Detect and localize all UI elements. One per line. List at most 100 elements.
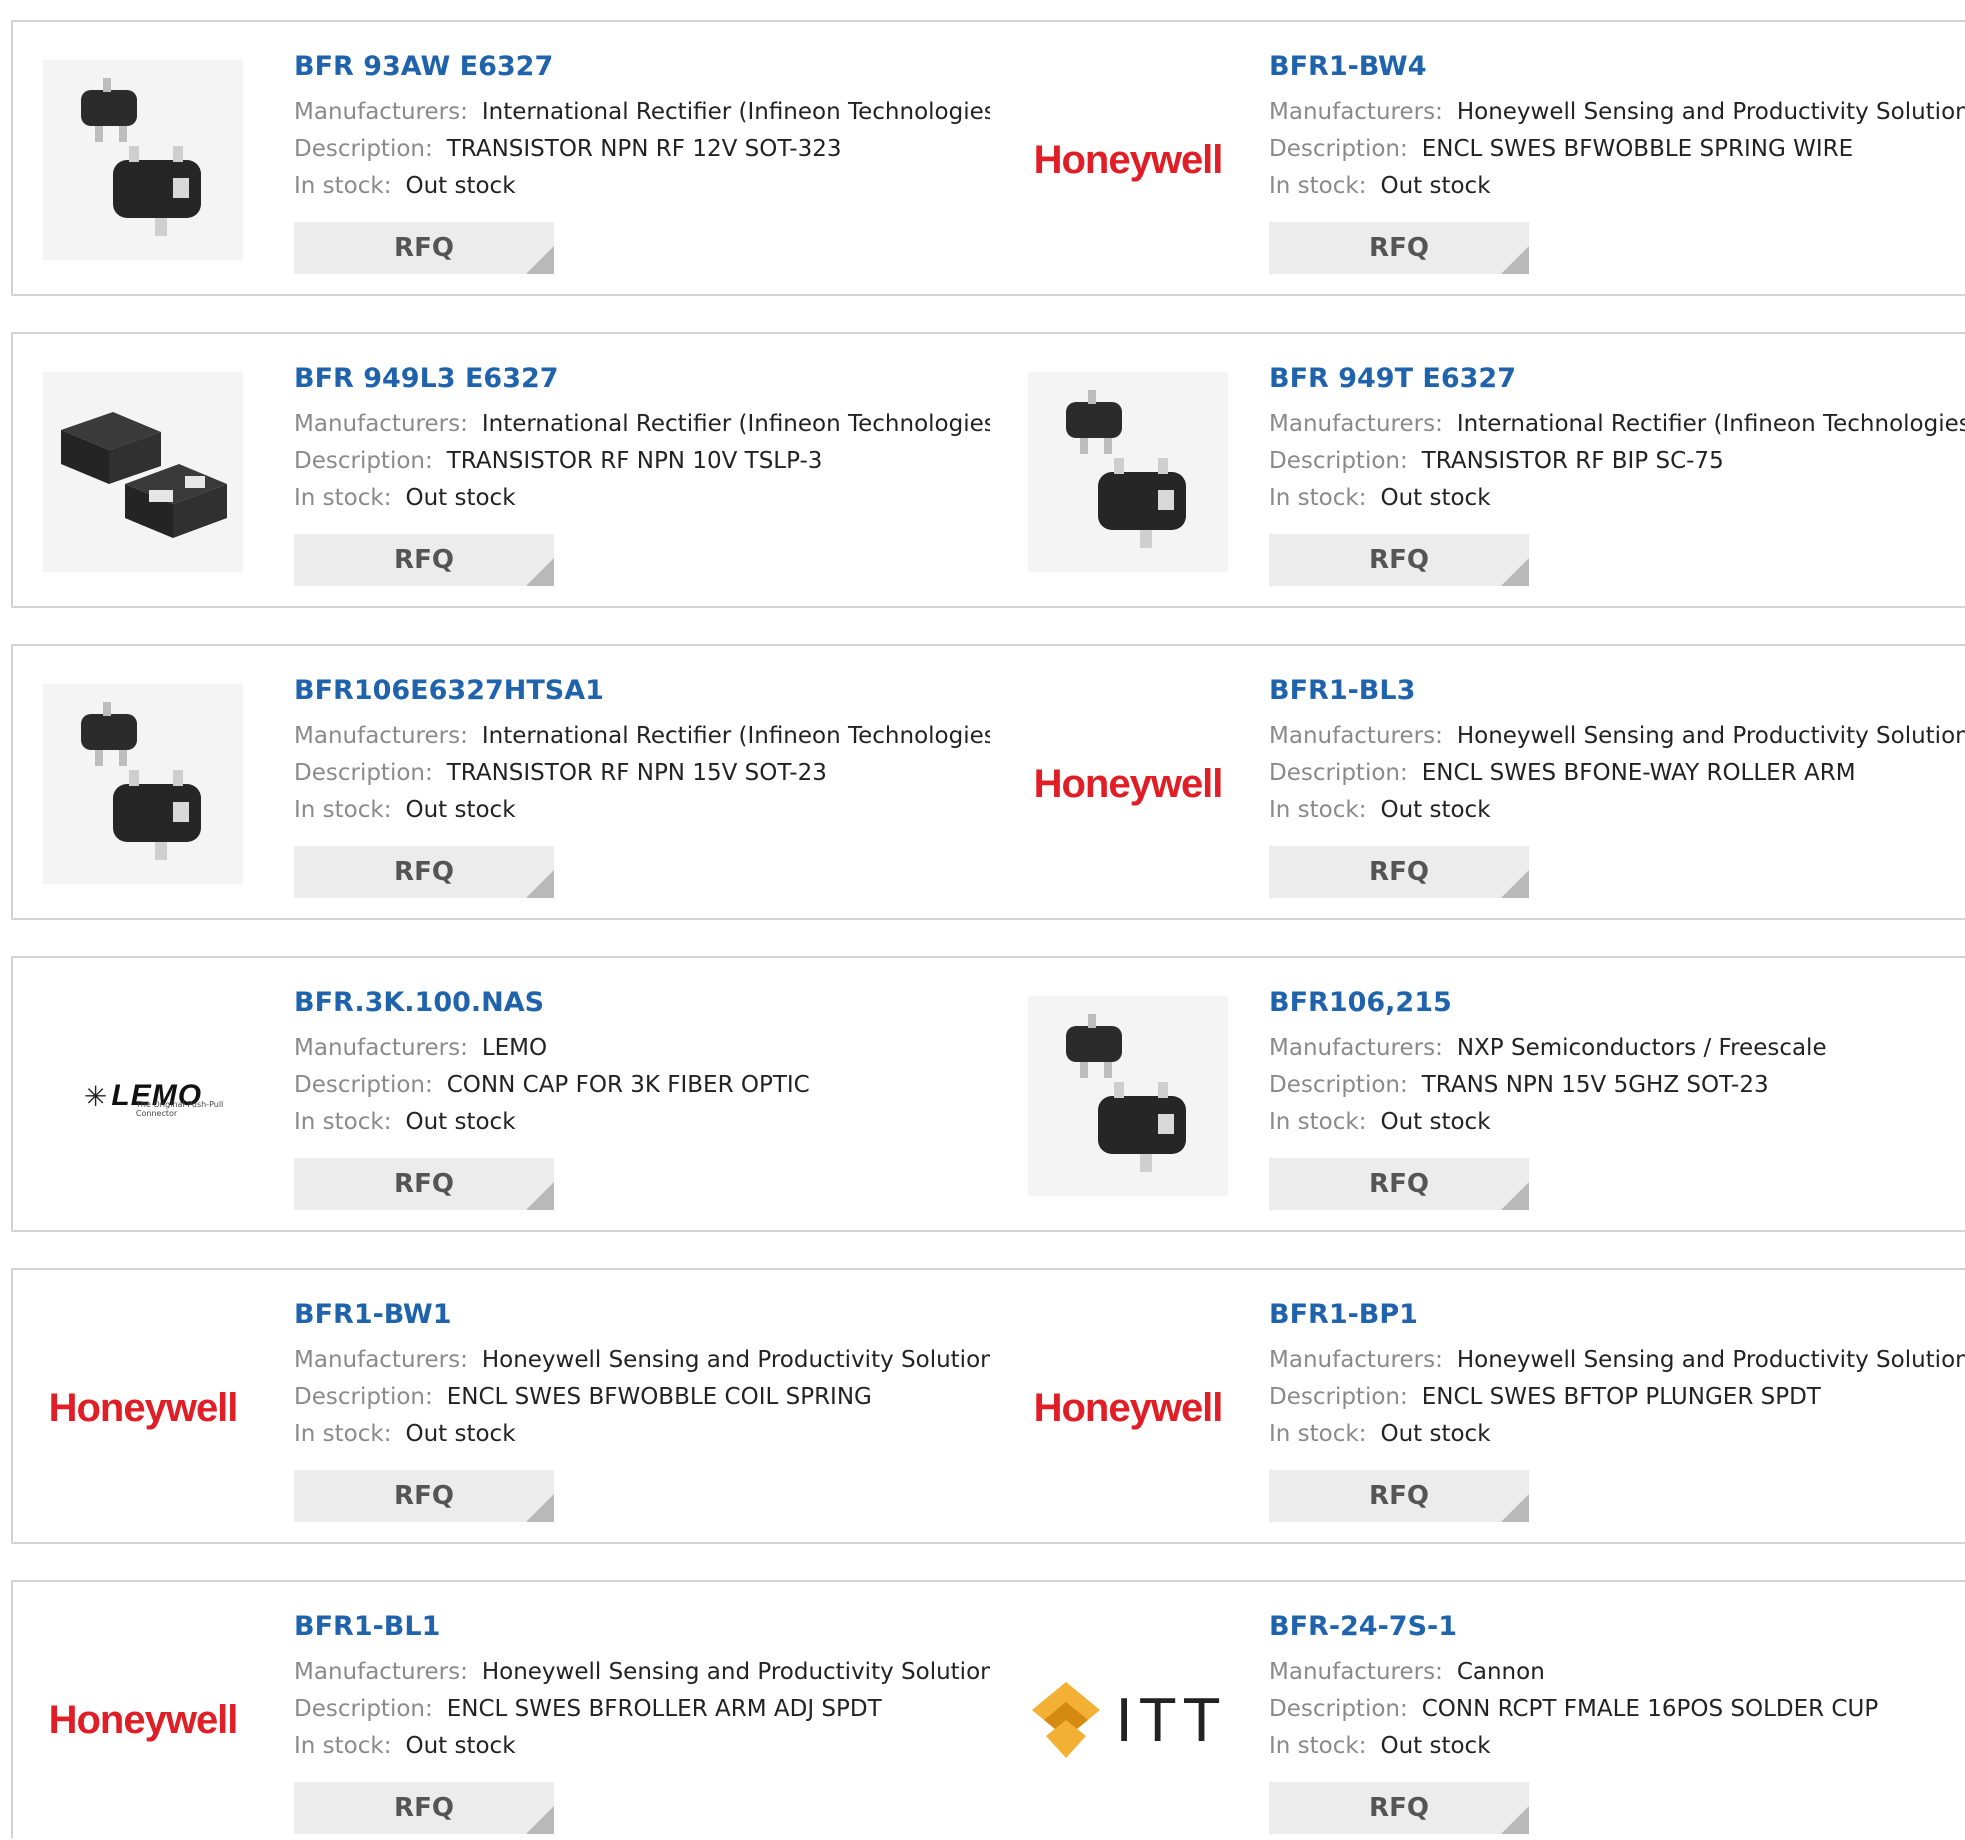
honeywell-logo: Honeywell [1033, 137, 1224, 182]
description-row: Description: ENCL SWES BFWOBBLE COIL SPRI… [294, 1379, 974, 1416]
stock-value: Out stock [1380, 173, 1491, 199]
rfq-button[interactable]: RFQ [1269, 1470, 1529, 1522]
product-card: ITT BFR-24-7S-1 Manufacturers: Cannon Descr… [990, 1580, 1965, 1838]
stock-value: Out stock [1380, 1109, 1491, 1135]
corner-triangle-icon [526, 558, 554, 586]
stock-value: Out stock [405, 1733, 516, 1759]
manufacturer-value: Cannon [1456, 1659, 1545, 1685]
manufacturer-label: Manufacturers: [1269, 723, 1443, 749]
product-title-link[interactable]: BFR106,215 [1269, 986, 1949, 1020]
description-label: Description: [1269, 448, 1408, 474]
rfq-label: RFQ [394, 1793, 454, 1823]
product-title-link[interactable]: BFR1-BL1 [294, 1610, 974, 1644]
description-value: TRANSISTOR RF NPN 10V TSLP-3 [446, 448, 823, 474]
product-title-link[interactable]: BFR.3K.100.NAS [294, 986, 974, 1020]
product-thumbnail[interactable] [43, 372, 243, 572]
product-thumbnail[interactable]: ITT [1028, 1620, 1228, 1820]
product-title-link[interactable]: BFR1-BW1 [294, 1298, 974, 1332]
stock-label: In stock: [294, 1733, 392, 1759]
product-title-link[interactable]: BFR1-BP1 [1269, 1298, 1949, 1332]
stock-label: In stock: [1269, 1421, 1367, 1447]
description-value: CONN RCPT FMALE 16POS SOLDER CUP [1421, 1696, 1879, 1722]
corner-triangle-icon [1501, 1806, 1529, 1834]
product-title-link[interactable]: BFR1-BL3 [1269, 674, 1949, 708]
manufacturer-label: Manufacturers: [1269, 411, 1443, 437]
product-thumbnail[interactable]: Honeywell [43, 1620, 243, 1820]
product-title-link[interactable]: BFR-24-7S-1 [1269, 1610, 1949, 1644]
stock-row: In stock: Out stock [294, 480, 974, 517]
product-info: BFR-24-7S-1 Manufacturers: Cannon Descripti… [1269, 1610, 1949, 1765]
product-title-link[interactable]: BFR106E6327HTSA1 [294, 674, 974, 708]
product-info: BFR 93AW E6327 Manufacturers: Internationa… [294, 50, 1005, 205]
stock-label: In stock: [1269, 485, 1367, 511]
description-label: Description: [294, 136, 433, 162]
stock-row: In stock: Out stock [294, 168, 974, 205]
rfq-button[interactable]: RFQ [294, 222, 554, 274]
description-row: Description: TRANS NPN 15V 5GHZ SOT-23 [1269, 1067, 1949, 1104]
description-row: Description: CONN CAP FOR 3K FIBER OPTIC [294, 1067, 974, 1104]
transistor-package-image [43, 684, 243, 884]
product-info: BFR106,215 Manufacturers: NXP Semiconducto… [1269, 986, 1949, 1141]
description-row: Description: ENCL SWES BFTOP PLUNGER SPDT [1269, 1379, 1949, 1416]
product-info: BFR1-BL1 Manufacturers: Honeywell Sensing … [294, 1610, 1007, 1765]
corner-triangle-icon [526, 870, 554, 898]
transistor-package-image [43, 372, 243, 572]
manufacturer-value: NXP Semiconductors / Freescale [1456, 1035, 1827, 1061]
manufacturer-value: International Rectifier (Infineon Techno… [1456, 411, 1965, 437]
rfq-button[interactable]: RFQ [1269, 1158, 1529, 1210]
product-info: BFR1-BP1 Manufacturers: Honeywell Sensing … [1269, 1298, 1965, 1453]
manufacturer-row: Manufacturers: Honeywell Sensing and Prod… [1269, 94, 1965, 131]
rfq-button[interactable]: RFQ [1269, 534, 1529, 586]
rfq-button[interactable]: RFQ [294, 1470, 554, 1522]
description-label: Description: [1269, 136, 1408, 162]
description-value: ENCL SWES BFWOBBLE COIL SPRING [446, 1384, 872, 1410]
description-value: TRANSISTOR RF BIP SC-75 [1421, 448, 1724, 474]
product-thumbnail[interactable]: Honeywell [1028, 60, 1228, 260]
description-value: TRANSISTOR RF NPN 15V SOT-23 [446, 760, 827, 786]
product-title-link[interactable]: BFR 93AW E6327 [294, 50, 974, 84]
stock-value: Out stock [1380, 1421, 1491, 1447]
honeywell-logo: Honeywell [1033, 761, 1224, 806]
description-label: Description: [1269, 1072, 1408, 1098]
product-thumbnail[interactable]: ✳ LEMO The Original Push-Pull Connector [43, 996, 243, 1196]
product-thumbnail[interactable]: Honeywell [1028, 684, 1228, 884]
description-row: Description: TRANSISTOR RF NPN 10V TSLP-3 [294, 443, 974, 480]
rfq-button[interactable]: RFQ [1269, 1782, 1529, 1834]
rfq-label: RFQ [394, 545, 454, 575]
rfq-label: RFQ [394, 1169, 454, 1199]
product-title-link[interactable]: BFR1-BW4 [1269, 50, 1949, 84]
product-thumbnail[interactable] [43, 684, 243, 884]
rfq-label: RFQ [394, 1481, 454, 1511]
product-title-link[interactable]: BFR 949L3 E6327 [294, 362, 974, 396]
rfq-button[interactable]: RFQ [294, 1782, 554, 1834]
product-title-link[interactable]: BFR 949T E6327 [1269, 362, 1949, 396]
product-thumbnail[interactable] [43, 60, 243, 260]
stock-value: Out stock [405, 173, 516, 199]
rfq-button[interactable]: RFQ [1269, 222, 1529, 274]
product-card: Honeywell BFR1-BW1 Manufacturers: Honeywel… [11, 1268, 1007, 1544]
rfq-button[interactable]: RFQ [294, 846, 554, 898]
manufacturer-label: Manufacturers: [294, 1347, 468, 1373]
lemo-mark-icon: ✳ [83, 1079, 108, 1113]
product-thumbnail[interactable] [1028, 372, 1228, 572]
corner-triangle-icon [526, 246, 554, 274]
rfq-button[interactable]: RFQ [294, 1158, 554, 1210]
product-card: BFR 949T E6327 Manufacturers: Internationa… [990, 332, 1965, 608]
stock-row: In stock: Out stock [1269, 1104, 1949, 1141]
stock-row: In stock: Out stock [1269, 168, 1949, 205]
itt-logo: ITT [1030, 1680, 1227, 1760]
product-thumbnail[interactable]: Honeywell [43, 1308, 243, 1508]
stock-value: Out stock [405, 1421, 516, 1447]
product-info: BFR 949T E6327 Manufacturers: Internationa… [1269, 362, 1965, 517]
product-thumbnail[interactable]: Honeywell [1028, 1308, 1228, 1508]
product-thumbnail[interactable] [1028, 996, 1228, 1196]
itt-wordmark: ITT [1115, 1685, 1227, 1755]
stock-label: In stock: [1269, 1733, 1367, 1759]
manufacturer-value: International Rectifier (Infineon Techno… [481, 411, 1005, 437]
rfq-button[interactable]: RFQ [294, 534, 554, 586]
manufacturer-label: Manufacturers: [1269, 1035, 1443, 1061]
manufacturer-value: Honeywell Sensing and Productivity Solut… [1456, 723, 1965, 749]
product-grid: BFR 93AW E6327 Manufacturers: Internationa… [0, 0, 1965, 1840]
manufacturer-value: LEMO [481, 1035, 548, 1061]
rfq-button[interactable]: RFQ [1269, 846, 1529, 898]
